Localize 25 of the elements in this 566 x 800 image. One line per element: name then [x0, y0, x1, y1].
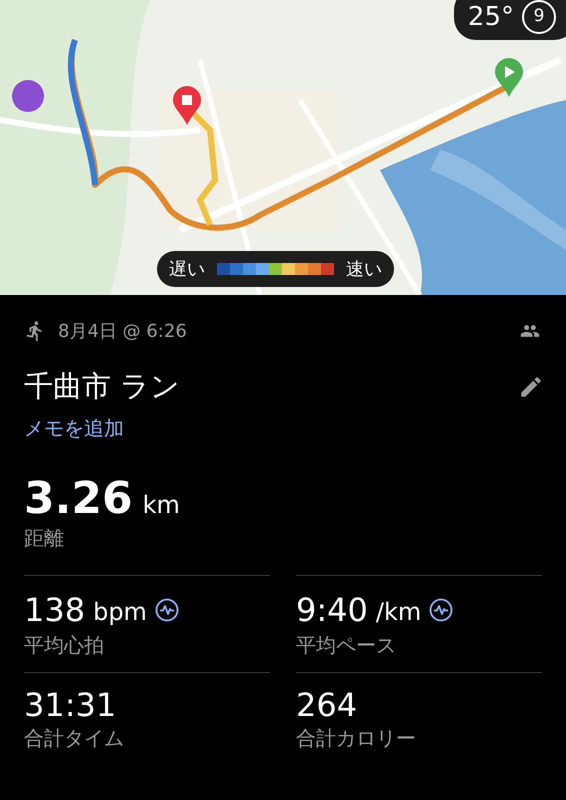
activity-date: 8月4日 @ 6:26	[58, 320, 187, 344]
activity-title: 千曲市 ラン	[24, 368, 180, 406]
distance-label: 距離	[24, 525, 65, 551]
stat-unit: bpm	[93, 597, 147, 628]
stat-label: 合計カロリー	[296, 725, 417, 751]
stat-value: 138	[24, 590, 86, 630]
distance-value: 3.26	[24, 473, 133, 525]
end-pin-icon	[172, 86, 202, 126]
uv-index-dial: 9	[522, 0, 556, 34]
legend-label: 遅い	[169, 258, 205, 282]
pulse-icon[interactable]	[429, 598, 454, 622]
add-note-link[interactable]: メモを追加	[24, 413, 124, 443]
pulse-icon[interactable]	[154, 598, 179, 622]
stat-label: 平均ペース	[296, 632, 397, 658]
stat-value: 264	[296, 685, 358, 725]
stat-unit: /km	[376, 597, 422, 628]
weather-chip[interactable]: 25° 9	[454, 0, 566, 40]
stat-label: 平均心拍	[24, 632, 105, 658]
distance-unit: km	[142, 490, 180, 521]
start-pin-icon	[494, 58, 524, 98]
legend-label: 速い	[346, 258, 382, 282]
stat-label: 合計タイム	[24, 725, 125, 751]
temperature: 25°	[468, 1, 514, 33]
stat-value: 31:31	[24, 685, 116, 725]
stat-value: 9:40	[296, 590, 368, 630]
